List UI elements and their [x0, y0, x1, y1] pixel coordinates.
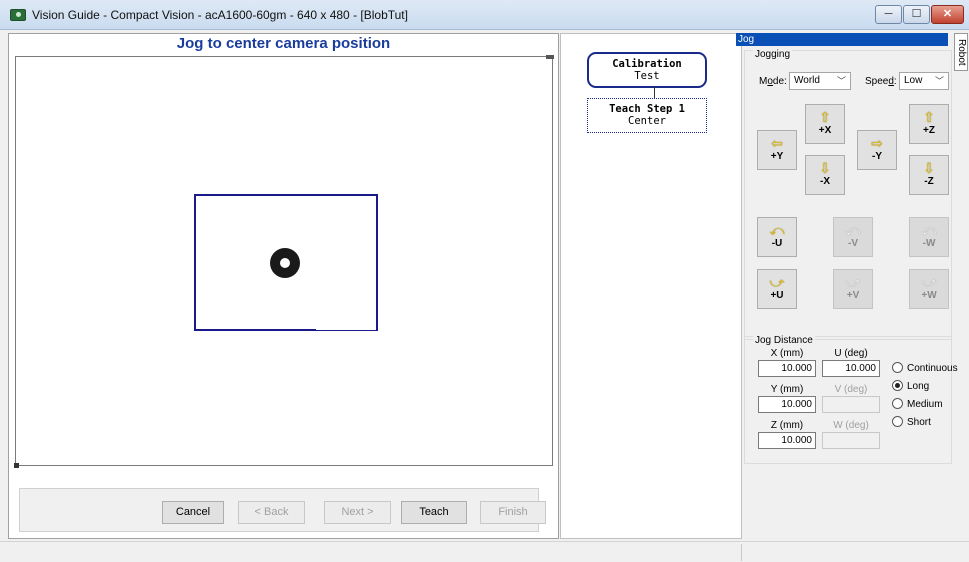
- step-title: Teach Step 1: [609, 103, 685, 115]
- jog-plus-v-button[interactable]: ⤻ +V: [833, 269, 873, 309]
- jog-plus-w-button[interactable]: ⤻ +W: [909, 269, 949, 309]
- step-title: Calibration: [612, 58, 682, 70]
- speed-select[interactable]: Low ﹀: [899, 72, 949, 90]
- tab-robot[interactable]: Robot: [954, 33, 968, 71]
- y-distance-field[interactable]: 10.000: [758, 396, 816, 413]
- rotate-ccw-icon: ⤺: [921, 222, 937, 238]
- minimize-button[interactable]: ─: [875, 5, 902, 24]
- next-button[interactable]: Next >: [324, 501, 391, 524]
- arrow-down-icon: ⇩: [819, 160, 831, 176]
- wizard-step-title: Jog to center camera position: [176, 35, 391, 52]
- camera-view-panel: Jog to center camera position Cancel < B…: [8, 33, 559, 539]
- step-subtitle: Center: [628, 115, 666, 127]
- radio-dot: [892, 416, 903, 427]
- teach-button[interactable]: Teach: [401, 501, 467, 524]
- z-mm-label: Z (mm): [770, 420, 804, 431]
- rotate-cw-icon: ⤻: [845, 274, 861, 290]
- speed-select-value: Low: [904, 75, 923, 86]
- status-bar: [0, 541, 969, 562]
- radio-medium[interactable]: Medium: [892, 398, 943, 410]
- step-calibration[interactable]: Calibration Test: [587, 52, 707, 88]
- camera-app-icon: [10, 9, 26, 21]
- arrow-right-icon: ⇨: [871, 135, 883, 151]
- jogging-group-label: Jogging: [753, 49, 793, 60]
- jog-minus-x-button[interactable]: ⇩ -X: [805, 155, 845, 195]
- arrow-up-icon: ⇧: [819, 109, 831, 125]
- jog-plus-y-button[interactable]: ⇦ +Y: [757, 130, 797, 170]
- jog-minus-y-button[interactable]: ⇨ -Y: [857, 130, 897, 170]
- wizard-button-bar: Cancel < Back Next > Teach Finish: [19, 488, 546, 532]
- x-mm-label: X (mm): [770, 348, 804, 359]
- jog-plus-z-button[interactable]: ⇧ +Z: [909, 104, 949, 144]
- arrow-down-icon: ⇩: [923, 160, 935, 176]
- status-separator: [741, 544, 742, 561]
- arrow-left-icon: ⇦: [771, 135, 783, 151]
- arrow-up-icon: ⇧: [923, 109, 935, 125]
- jog-plus-u-button[interactable]: ⤻ +U: [757, 269, 797, 309]
- tab-jog[interactable]: Jog: [736, 33, 948, 46]
- u-distance-field[interactable]: 10.000: [822, 360, 880, 377]
- maximize-button[interactable]: ☐: [903, 5, 930, 24]
- jog-minus-z-button[interactable]: ⇩ -Z: [909, 155, 949, 195]
- x-distance-field[interactable]: 10.000: [758, 360, 816, 377]
- radio-short[interactable]: Short: [892, 416, 931, 428]
- jog-minus-v-button[interactable]: ⤺ -V: [833, 217, 873, 257]
- finish-button[interactable]: Finish: [480, 501, 546, 524]
- search-window-gap: [316, 328, 376, 330]
- w-deg-label: W (deg): [833, 420, 869, 431]
- speed-label: Speed:: [865, 76, 897, 87]
- v-distance-field[interactable]: [822, 396, 880, 413]
- target-blob: [270, 248, 300, 278]
- jog-distance-label: Jog Distance: [753, 335, 815, 346]
- jog-minus-u-button[interactable]: ⤺ -U: [757, 217, 797, 257]
- step-subtitle: Test: [634, 70, 660, 82]
- radio-continuous[interactable]: Continuous: [892, 362, 958, 374]
- mode-select-value: World: [794, 75, 820, 86]
- camera-image[interactable]: [14, 55, 554, 468]
- cancel-button[interactable]: Cancel: [162, 501, 224, 524]
- w-distance-field[interactable]: [822, 432, 880, 449]
- z-distance-field[interactable]: 10.000: [758, 432, 816, 449]
- jog-plus-x-button[interactable]: ⇧ +X: [805, 104, 845, 144]
- window-title-bar: Vision Guide - Compact Vision - acA1600-…: [0, 0, 969, 30]
- v-deg-label: V (deg): [834, 384, 868, 395]
- image-corner-marker: [14, 463, 19, 468]
- window-title: Vision Guide - Compact Vision - acA1600-…: [32, 8, 408, 22]
- radio-dot-selected: [892, 380, 903, 391]
- back-button[interactable]: < Back: [238, 501, 305, 524]
- mode-label: Mode:: [759, 76, 787, 87]
- rotate-ccw-icon: ⤺: [845, 222, 861, 238]
- chevron-down-icon: ﹀: [836, 76, 846, 86]
- close-button[interactable]: ✕: [931, 5, 964, 24]
- mode-select[interactable]: World ﹀: [789, 72, 851, 90]
- jog-panel: Jog Jogging Mode: World ﹀ Speed: Low ﹀ ⇧…: [736, 33, 959, 539]
- rotate-ccw-icon: ⤺: [769, 222, 785, 238]
- step-teach-1[interactable]: Teach Step 1 Center: [587, 98, 707, 133]
- u-deg-label: U (deg): [834, 348, 868, 359]
- rotate-cw-icon: ⤻: [921, 274, 937, 290]
- radio-dot: [892, 362, 903, 373]
- jog-minus-w-button[interactable]: ⤺ -W: [909, 217, 949, 257]
- radio-dot: [892, 398, 903, 409]
- calibration-steps-panel: Calibration Test Teach Step 1 Center: [560, 33, 742, 539]
- rotate-cw-icon: ⤻: [769, 274, 785, 290]
- y-mm-label: Y (mm): [770, 384, 804, 395]
- radio-long[interactable]: Long: [892, 380, 929, 392]
- image-corner-marker: [546, 55, 554, 59]
- chevron-down-icon: ﹀: [934, 76, 944, 86]
